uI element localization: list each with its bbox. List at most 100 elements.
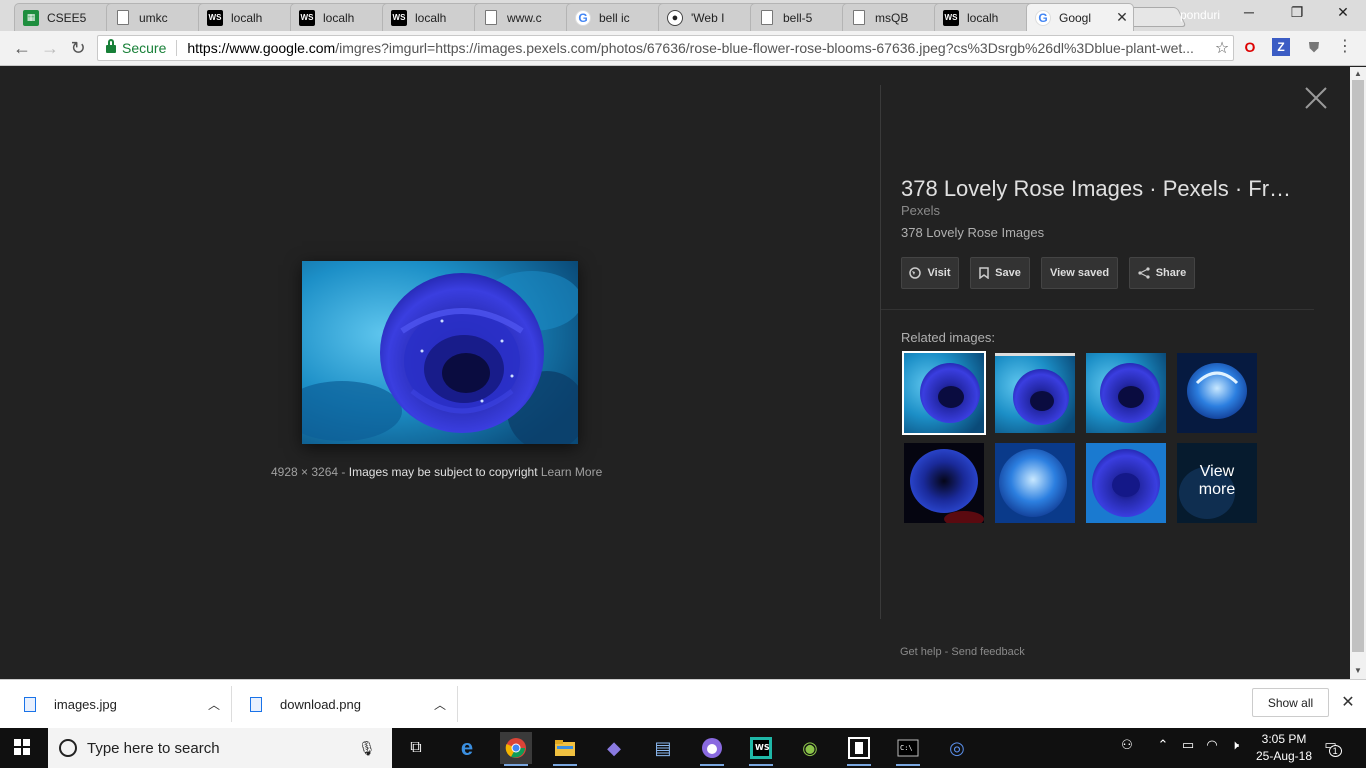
github-desktop-icon[interactable]: [696, 732, 728, 766]
image-meta-line: 4928 × 3264 - Images may be subject to c…: [271, 465, 671, 479]
chevron-up-tray-icon[interactable]: ⌃: [1154, 737, 1172, 759]
rose-thumbnail-image: [995, 443, 1075, 523]
download-item[interactable]: download.png ︿: [250, 680, 446, 728]
view-saved-button[interactable]: View saved: [1041, 257, 1118, 289]
related-thumbnail[interactable]: [1086, 443, 1166, 523]
doc-icon: [117, 10, 129, 25]
actions-divider: [881, 309, 1314, 310]
panel-divider: [880, 85, 881, 619]
globe-icon: [909, 267, 922, 279]
show-all-button[interactable]: Show all: [1252, 688, 1329, 717]
forward-arrow-icon[interactable]: →: [38, 37, 62, 59]
share-icon: [1138, 267, 1150, 279]
cortana-icon: [59, 739, 77, 757]
settings-app-icon[interactable]: ◎: [941, 732, 973, 764]
battery-icon[interactable]: ▭: [1178, 737, 1198, 759]
taskbar-search[interactable]: Type here to search 🎙: [48, 728, 392, 768]
related-images-label: Related images:: [901, 330, 995, 345]
people-icon[interactable]: ⚇: [1116, 737, 1138, 759]
notification-icon[interactable]: ▭1: [1324, 737, 1350, 759]
send-feedback-link[interactable]: Send feedback: [951, 646, 1024, 658]
rose-thumbnail-image: [904, 353, 984, 433]
chrome-browser-icon[interactable]: [500, 732, 532, 766]
tab-title: bell-5: [783, 10, 813, 25]
tab-google-images[interactable]: G Googl ✕: [1026, 3, 1134, 31]
lock-icon: [106, 38, 116, 54]
related-thumbnail[interactable]: [1086, 353, 1166, 433]
tab-title: umkc: [139, 10, 168, 25]
command-prompt-icon[interactable]: C:\: [892, 732, 924, 766]
learn-more-link[interactable]: Learn More: [541, 465, 602, 479]
image-title[interactable]: 378 Lovely Rose Images · Pexels · Fr…: [901, 176, 1301, 202]
webstorm-icon: WS: [299, 9, 315, 26]
restore-icon[interactable]: ❐: [1274, 4, 1320, 26]
save-button[interactable]: Save: [970, 257, 1030, 289]
close-viewer-icon[interactable]: [1302, 84, 1330, 112]
system-clock[interactable]: 3:05 PM 25-Aug-18: [1246, 731, 1322, 765]
search-placeholder: Type here to search: [87, 739, 220, 757]
task-view-icon[interactable]: ⧉: [400, 732, 432, 764]
download-divider: [231, 686, 232, 722]
image-source[interactable]: Pexels: [901, 203, 940, 218]
tab-title: CSEE5: [47, 10, 87, 25]
get-help-link[interactable]: Get help: [900, 646, 942, 658]
remote-desktop-icon[interactable]: ▤: [647, 732, 679, 764]
file-explorer-icon[interactable]: [549, 732, 581, 766]
related-thumbnail[interactable]: [995, 443, 1075, 523]
scroll-up-icon[interactable]: ▲: [1350, 67, 1366, 80]
window-close-icon[interactable]: ✕: [1320, 4, 1366, 26]
android-studio-icon[interactable]: ◉: [794, 732, 826, 764]
url-divider: [176, 40, 178, 56]
rose-thumbnail-image: [904, 443, 984, 523]
visual-studio-icon[interactable]: ◆: [598, 732, 630, 764]
webstorm-icon: WS: [391, 9, 407, 26]
clock-time: 3:05 PM: [1261, 732, 1307, 746]
download-filename: download.png: [280, 696, 361, 712]
chevron-up-icon[interactable]: ︿: [208, 696, 220, 713]
view-more-thumbnail[interactable]: View more: [1177, 443, 1257, 523]
close-icon[interactable]: ✕: [1115, 9, 1129, 26]
menu-icon[interactable]: ⋮: [1336, 38, 1354, 56]
bookmark-star-icon[interactable]: ☆: [1211, 38, 1233, 58]
related-thumbnail[interactable]: [1177, 353, 1257, 433]
chevron-up-icon[interactable]: ︿: [434, 696, 446, 713]
share-button[interactable]: Share: [1129, 257, 1195, 289]
viewer-footer: Get help - Send feedback: [900, 646, 1025, 658]
bookmark-icon: [979, 267, 989, 279]
related-thumbnail[interactable]: [995, 353, 1075, 433]
volume-muted-icon[interactable]: 🕨: [1225, 737, 1245, 759]
minimize-icon[interactable]: ─: [1226, 4, 1272, 26]
meta-separator: -: [341, 465, 349, 479]
main-image[interactable]: [302, 261, 578, 444]
profile-name[interactable]: ponduri: [1180, 8, 1220, 22]
tab-title: Googl: [1059, 10, 1092, 25]
terminal-app-icon[interactable]: [843, 732, 875, 766]
reload-icon[interactable]: ↻: [66, 37, 90, 59]
tab-title: msQB: [875, 10, 909, 25]
shield-extension-icon[interactable]: ⛊: [1305, 38, 1323, 56]
related-thumbnail[interactable]: [904, 443, 984, 523]
wifi-icon[interactable]: ◠: [1202, 737, 1222, 759]
windows-start-icon[interactable]: [12, 737, 36, 759]
view-more-label: View more: [1177, 463, 1257, 499]
microphone-icon[interactable]: 🎙: [358, 740, 378, 757]
download-item[interactable]: images.jpg ︿: [24, 680, 220, 728]
view-more-line-2: more: [1198, 481, 1236, 498]
back-arrow-icon[interactable]: ←: [10, 37, 34, 59]
rose-thumbnail-image: [1086, 443, 1166, 523]
edge-browser-icon[interactable]: e: [451, 732, 483, 764]
rose-thumbnail-image: [1086, 353, 1166, 433]
webstorm-taskbar-icon[interactable]: WS: [745, 732, 777, 766]
rose-thumbnail-image: [995, 353, 1075, 433]
visit-button[interactable]: Visit: [901, 257, 959, 289]
zotero-extension-icon[interactable]: Z: [1272, 38, 1290, 56]
scroll-down-icon[interactable]: ▼: [1350, 664, 1366, 677]
url-host: https://www.google.com: [187, 40, 336, 56]
address-bar[interactable]: Secure https://www.google.com/imgres?img…: [97, 35, 1234, 61]
opera-extension-icon[interactable]: O: [1241, 38, 1259, 56]
close-download-bar-icon[interactable]: ✕: [1339, 692, 1357, 712]
rose-thumbnail-image: [1177, 353, 1257, 433]
doc-icon: [485, 10, 497, 25]
related-thumbnail[interactable]: [902, 351, 986, 435]
scrollbar-thumb[interactable]: [1352, 80, 1364, 652]
